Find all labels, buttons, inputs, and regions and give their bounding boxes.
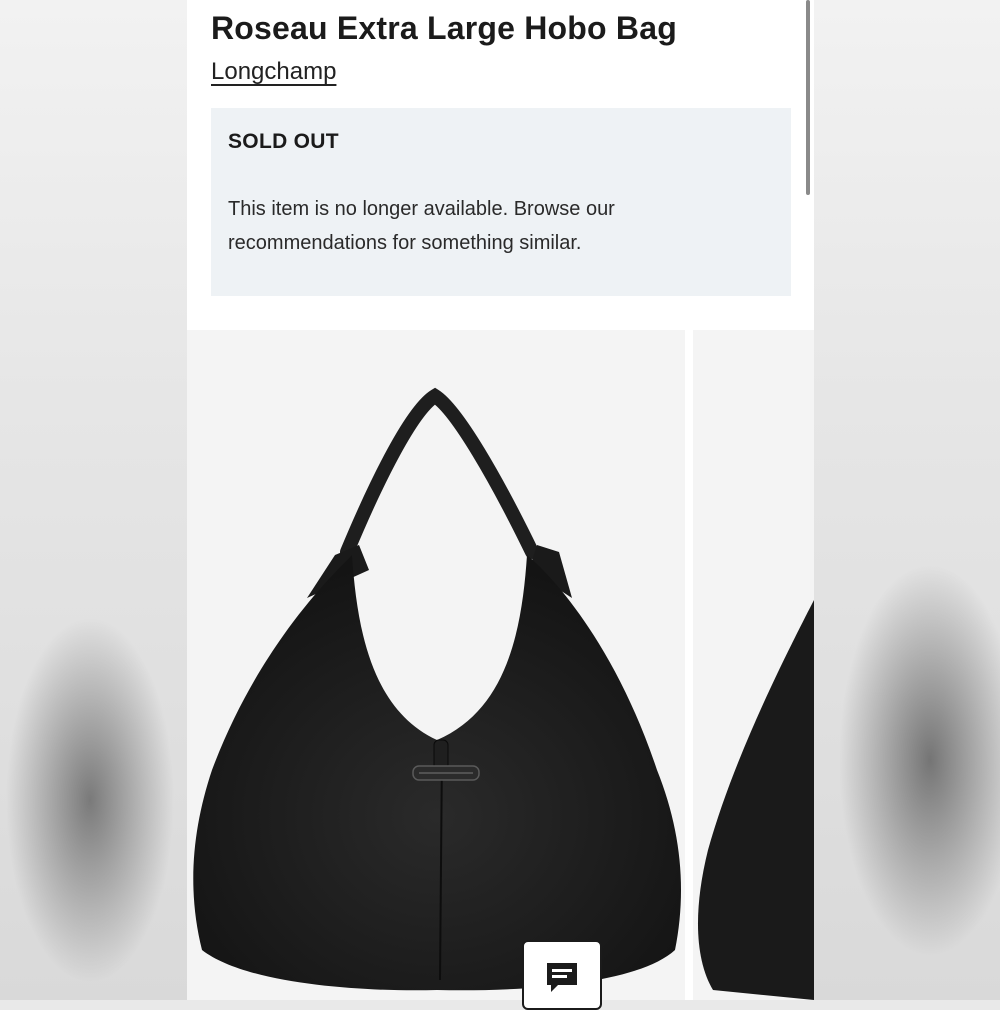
hobo-bag-image-partial xyxy=(697,600,814,1000)
product-image-next[interactable] xyxy=(693,330,814,1000)
sold-out-message: This item is no longer available. Browse… xyxy=(228,198,615,254)
scrollbar[interactable] xyxy=(806,0,810,195)
hobo-bag-image xyxy=(193,387,682,991)
product-title: Roseau Extra Large Hobo Bag xyxy=(211,10,677,46)
sold-out-notice: SOLD OUT This item is no longer availabl… xyxy=(211,108,791,296)
image-gallery[interactable] xyxy=(187,330,814,1000)
product-image-main[interactable] xyxy=(187,330,685,1000)
product-page: Roseau Extra Large Hobo Bag Longchamp SO… xyxy=(187,0,814,1000)
brand-link[interactable]: Longchamp xyxy=(211,58,336,86)
sold-out-heading: SOLD OUT xyxy=(228,130,339,153)
chat-bubble-icon xyxy=(547,963,577,992)
